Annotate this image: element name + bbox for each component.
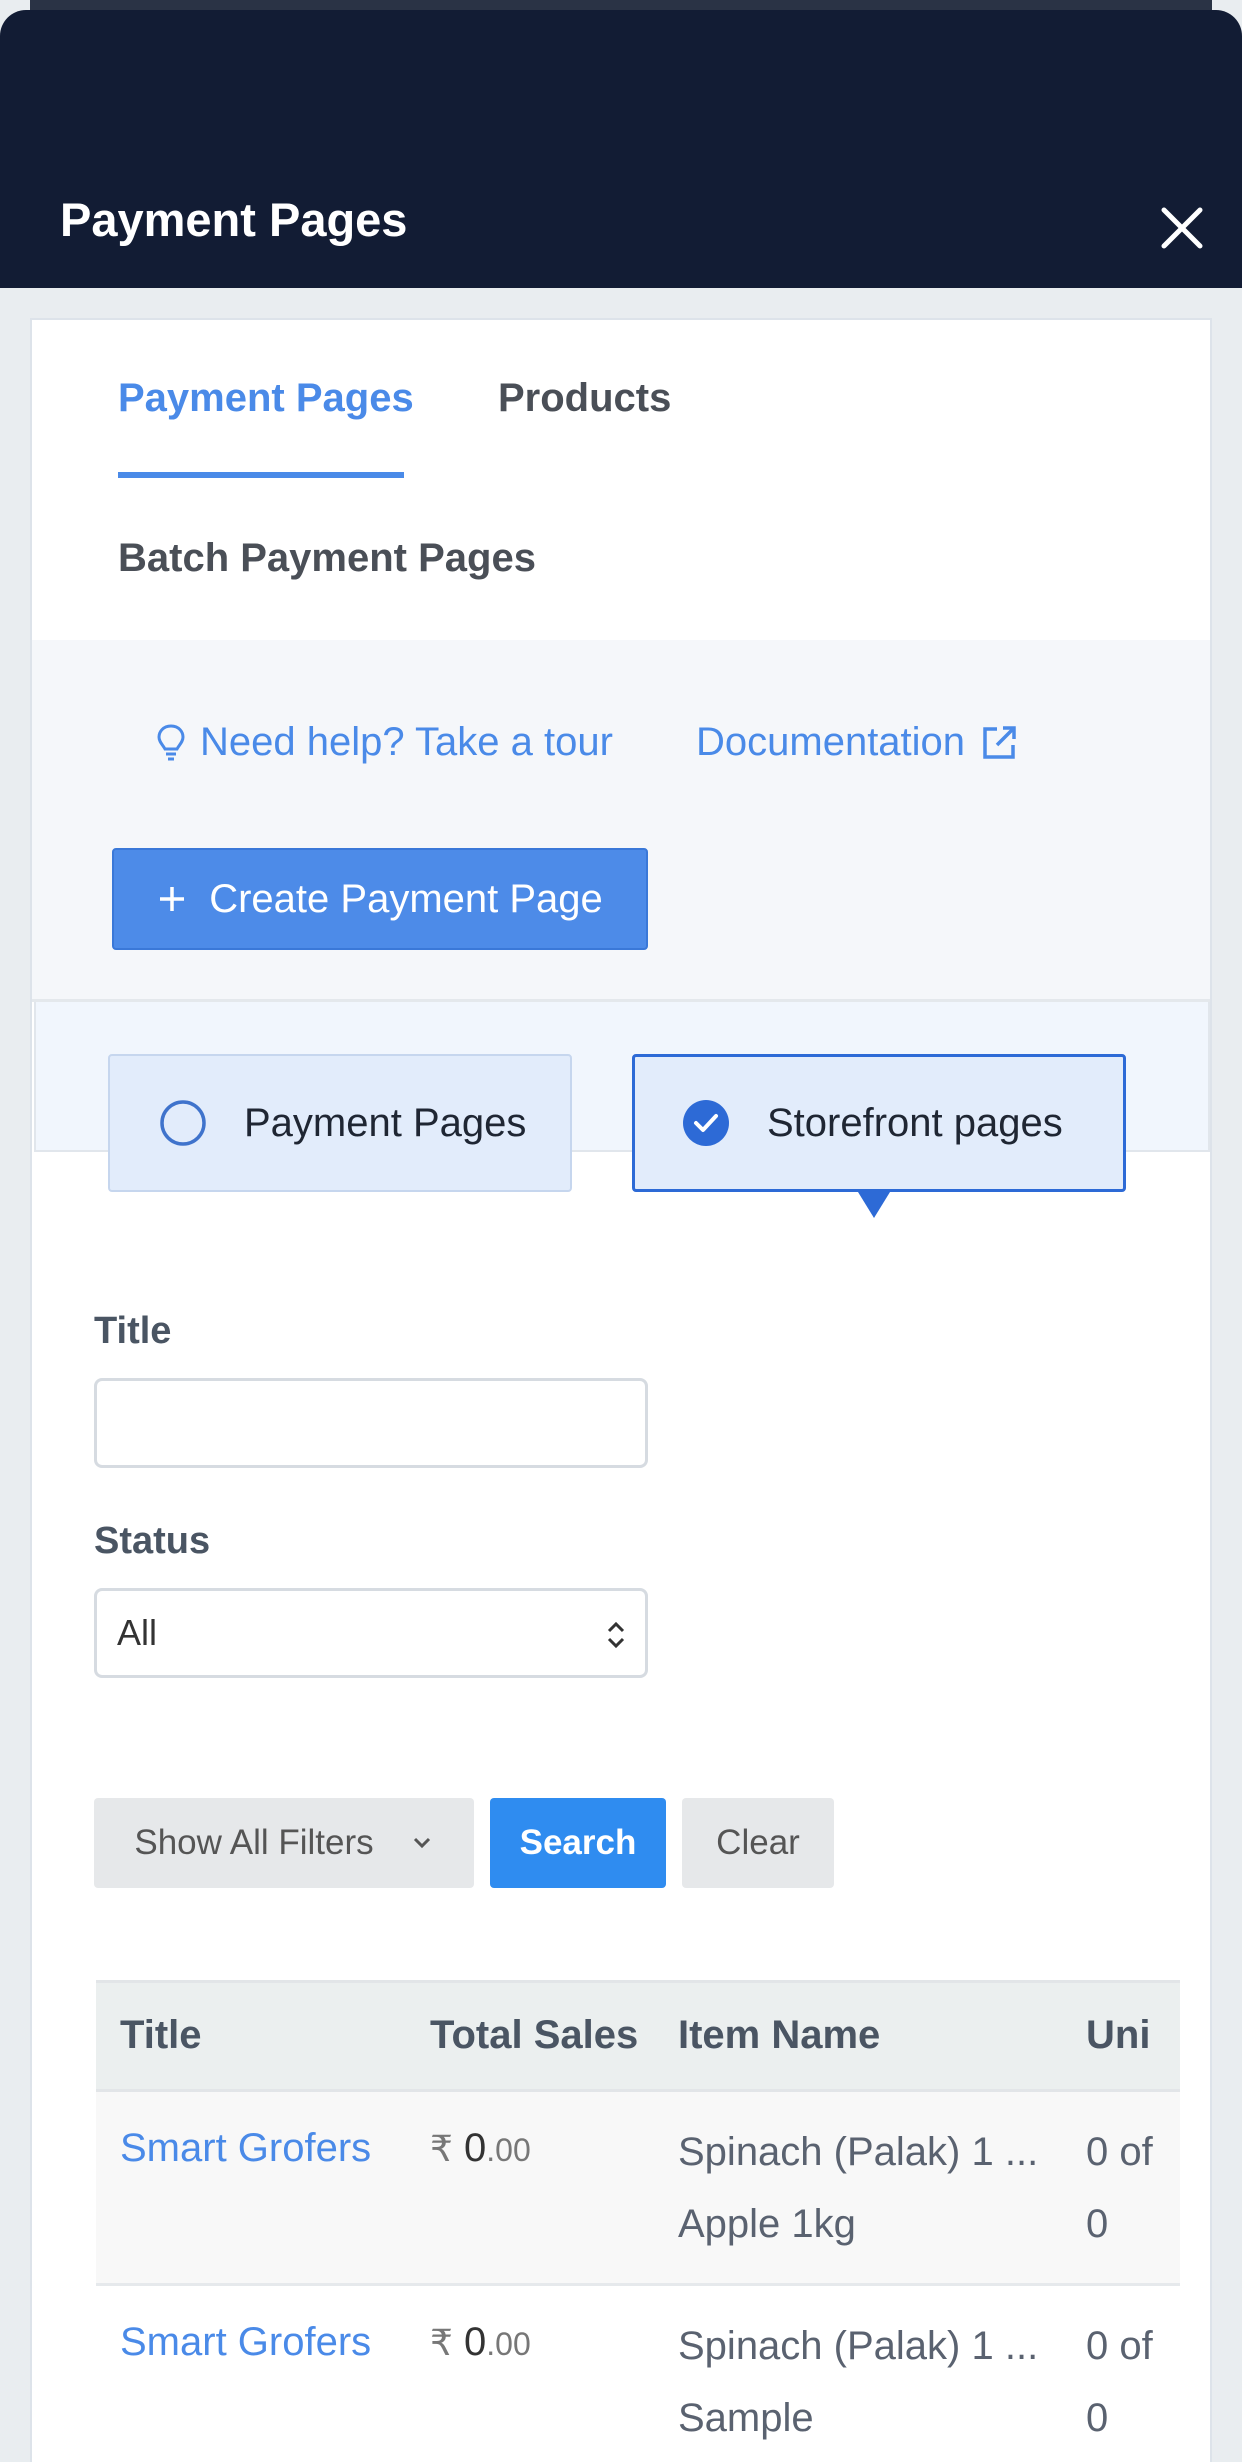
take-tour-link[interactable]: Need help? Take a tour [156, 720, 613, 765]
external-link-icon [983, 725, 1016, 759]
close-button[interactable] [1152, 198, 1212, 258]
column-header-title: Title [120, 2013, 202, 2057]
modal-header: Payment Pages [0, 10, 1242, 288]
toggle-payment-pages-label: Payment Pages [244, 1100, 527, 1145]
payment-pages-table: Title Total Sales Item Name Uni Smart Gr… [96, 1980, 1180, 2462]
payment-pages-panel: Payment Pages Products Batch Payment Pag… [30, 318, 1212, 2462]
table-row: Smart Grofers ₹ 0.00 Spinach (Palak) 1 .… [96, 2286, 1180, 2462]
tab-products[interactable]: Products [498, 376, 671, 421]
column-header-item-name: Item Name [678, 2013, 881, 2057]
check-circle-icon [683, 1100, 729, 1146]
title-filter-input[interactable] [94, 1378, 648, 1468]
status-filter-label: Status [94, 1520, 211, 1562]
row-total-sales: ₹ 0.00 [430, 2320, 531, 2365]
radio-unchecked-icon [160, 1100, 206, 1146]
status-select-value: All [117, 1612, 158, 1653]
column-header-units: Uni [1086, 2013, 1151, 2057]
documentation-label: Documentation [696, 720, 966, 764]
row-item-name-1: Spinach (Palak) 1 ... [678, 2130, 1039, 2174]
lightbulb-icon [157, 723, 185, 760]
sales-amount: 0 [464, 2320, 487, 2364]
toggle-storefront-pages-label: Storefront pages [767, 1100, 1063, 1145]
row-item-name-2: Sample [678, 2396, 814, 2440]
row-item-name-2: Apple 1kg [678, 2202, 856, 2246]
take-tour-label: Need help? Take a tour [200, 720, 613, 764]
row-title-link[interactable]: Smart Grofers [120, 2320, 371, 2365]
show-all-filters-label: Show All Filters [134, 1823, 374, 1862]
row-title-link[interactable]: Smart Grofers [120, 2126, 371, 2171]
sales-decimals: .00 [486, 2132, 531, 2168]
close-icon [1161, 207, 1203, 249]
background-sheet-edge [30, 0, 1212, 10]
title-filter-label: Title [94, 1310, 172, 1352]
create-payment-page-label: Create Payment Page [209, 876, 603, 921]
row-units-2: 0 [1086, 2202, 1109, 2246]
table-row: Smart Grofers ₹ 0.00 Spinach (Palak) 1 .… [96, 2092, 1180, 2286]
create-payment-page-button[interactable]: Create Payment Page [112, 848, 648, 950]
row-units-1: 0 of [1086, 2324, 1153, 2368]
tab-payment-pages[interactable]: Payment Pages [118, 376, 414, 421]
select-arrows-icon [607, 1621, 625, 1649]
sales-decimals: .00 [486, 2326, 531, 2362]
row-total-sales: ₹ 0.00 [430, 2126, 531, 2171]
currency-symbol: ₹ [430, 2322, 453, 2363]
modal-title: Payment Pages [60, 193, 408, 246]
row-units-2: 0 [1086, 2396, 1109, 2440]
tab-bar: Payment Pages Products Batch Payment Pag… [32, 320, 1210, 640]
chevron-down-icon [413, 1837, 430, 1849]
toggle-payment-pages[interactable]: Payment Pages [108, 1054, 572, 1192]
currency-symbol: ₹ [430, 2128, 453, 2169]
tab-batch-payment-pages[interactable]: Batch Payment Pages [118, 536, 536, 581]
search-button[interactable]: Search [490, 1798, 666, 1888]
sales-amount: 0 [464, 2126, 487, 2170]
row-units-1: 0 of [1086, 2130, 1153, 2174]
active-tab-indicator [118, 472, 404, 478]
row-item-name-1: Spinach (Palak) 1 ... [678, 2324, 1039, 2368]
documentation-link[interactable]: Documentation [696, 720, 1019, 765]
status-select[interactable]: All [94, 1588, 648, 1678]
selected-toggle-pointer [858, 1192, 890, 1218]
table-header: Title Total Sales Item Name Uni [96, 1980, 1180, 2092]
column-header-total-sales: Total Sales [430, 2013, 639, 2057]
toggle-storefront-pages[interactable]: Storefront pages [632, 1054, 1126, 1192]
clear-button[interactable]: Clear [682, 1798, 834, 1888]
plus-icon [160, 887, 185, 911]
show-all-filters-button[interactable]: Show All Filters [94, 1798, 474, 1888]
